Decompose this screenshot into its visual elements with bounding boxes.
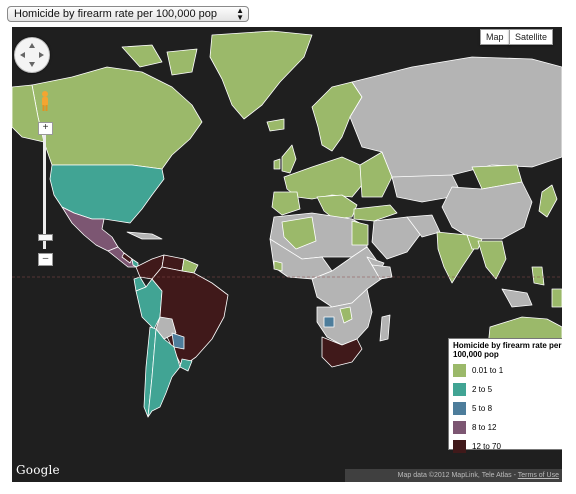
legend-swatch [453,383,466,396]
map-legend: Homicide by firearm rate per 100,000 pop… [448,338,562,453]
region-iberia [271,191,301,216]
legend-swatch [453,402,466,415]
region-iceland [266,118,285,132]
legend-label: 5 to 8 [472,404,493,413]
legend-item: 0.01 to 1 [453,361,562,380]
map-type-satellite-button[interactable]: Satellite [509,29,554,45]
legend-label: 2 to 5 [472,385,493,394]
pan-arrows-icon [20,43,44,67]
legend-title: Homicide by firearm rate per 100,000 pop [453,341,562,359]
region-greenland [209,30,313,120]
select-arrows-icon: ▲ ▼ [236,6,244,22]
legend-item: 8 to 12 [453,418,562,437]
map-canvas[interactable]: Map Satellite + – Google Map data ©2012 … [12,27,562,482]
legend-label: 12 to 70 [472,442,501,451]
region-southeast-asia [477,240,507,280]
region-egypt [351,220,369,246]
zoom-slider-track[interactable] [43,135,46,249]
zoom-in-button[interactable]: + [38,122,53,135]
legend-label: 8 to 12 [472,423,497,432]
region-uruguay [179,358,193,372]
indicator-select[interactable]: Homicide by firearm rate per 100,000 pop… [7,6,249,22]
legend-label: 0.01 to 1 [472,366,504,375]
legend-swatch [453,440,466,453]
terms-of-use-link[interactable]: Terms of Use [518,472,559,479]
legend-item: 12 to 70 [453,437,562,456]
legend-item: 2 to 5 [453,380,562,399]
region-canada [31,66,203,170]
attribution-text: Map data ©2012 MapLink, Tele Atlas - [397,472,518,479]
region-madagascar [379,314,391,342]
street-view-pegman[interactable] [39,90,51,112]
pegman-icon [42,91,48,111]
legend-swatch [453,364,466,377]
legend-swatch [453,421,466,434]
map-attribution: Map data ©2012 MapLink, Tele Atlas - Ter… [345,469,562,482]
region-china [441,181,533,240]
map-type-map-button[interactable]: Map [480,29,510,45]
region-japan [538,184,558,218]
zoom-out-button[interactable]: – [38,253,53,266]
google-logo: Google [16,463,60,477]
region-uk [281,144,297,174]
zoom-slider-handle[interactable] [38,234,53,241]
indicator-select-label: Homicide by firearm rate per 100,000 pop [14,8,217,20]
legend-item: 5 to 8 [453,399,562,418]
pan-control[interactable] [14,37,50,73]
